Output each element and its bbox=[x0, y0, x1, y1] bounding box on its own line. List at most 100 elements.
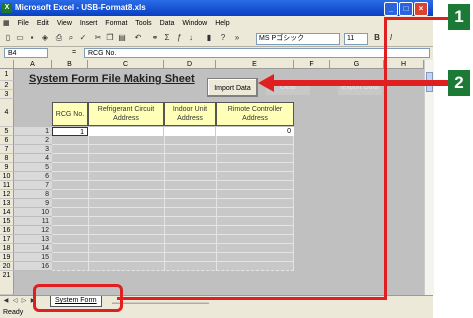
row-number-cell[interactable]: 12 bbox=[14, 226, 52, 235]
row-number-cell[interactable]: 7 bbox=[14, 181, 52, 190]
worksheet-grid[interactable]: A B C D E F G H 1 2 3 4 5 6 7 8 9 10 11 … bbox=[0, 60, 424, 295]
row-number-cell[interactable]: 8 bbox=[14, 190, 52, 199]
minimize-icon[interactable]: _ bbox=[384, 2, 398, 16]
row-number-cell[interactable]: 11 bbox=[14, 217, 52, 226]
row-header-6[interactable]: 6 bbox=[0, 136, 14, 145]
row-number-cell[interactable]: 15 bbox=[14, 253, 52, 262]
indoor-address-cell[interactable] bbox=[164, 127, 216, 136]
row-header-12[interactable]: 12 bbox=[0, 190, 14, 199]
column-header-e[interactable]: E bbox=[216, 60, 294, 69]
row-number-cell[interactable]: 13 bbox=[14, 235, 52, 244]
prev-sheet-icon[interactable]: ◁ bbox=[11, 297, 19, 306]
row-number-cell[interactable]: 16 bbox=[14, 262, 52, 271]
row-header-13[interactable]: 13 bbox=[0, 199, 14, 208]
header-refrigerant-circuit-address[interactable]: Refrigerant Circuit Address bbox=[88, 102, 164, 126]
row-header-21[interactable]: 21 bbox=[0, 271, 14, 295]
menu-format[interactable]: Format bbox=[105, 20, 127, 27]
font-size-select[interactable]: 11 bbox=[344, 33, 368, 45]
permission-icon[interactable]: ◈ bbox=[40, 33, 50, 43]
maximize-icon[interactable]: □ bbox=[399, 2, 413, 16]
header-remote-controller-address[interactable]: Rimote Controller Address bbox=[216, 102, 294, 126]
import-data-button[interactable]: Import Data bbox=[207, 78, 258, 97]
callout-badge-2: 2 bbox=[448, 70, 470, 96]
menu-tools[interactable]: Tools bbox=[135, 20, 151, 27]
print-preview-icon[interactable]: ⌕ bbox=[66, 33, 76, 43]
row-header-15[interactable]: 15 bbox=[0, 217, 14, 226]
row-header-18[interactable]: 18 bbox=[0, 244, 14, 253]
paste-icon[interactable]: ▤ bbox=[117, 33, 127, 43]
column-header-a[interactable]: A bbox=[14, 60, 52, 69]
next-sheet-icon[interactable]: ▷ bbox=[20, 297, 28, 306]
menu-data[interactable]: Data bbox=[160, 20, 175, 27]
menu-insert[interactable]: Insert bbox=[80, 20, 98, 27]
print-icon[interactable]: ⎙ bbox=[54, 33, 64, 43]
row-header-8[interactable]: 8 bbox=[0, 154, 14, 163]
spelling-icon[interactable]: ✓ bbox=[78, 33, 88, 43]
row-number-cell[interactable]: 9 bbox=[14, 199, 52, 208]
menu-view[interactable]: View bbox=[57, 20, 72, 27]
row-number-cell[interactable]: 5 bbox=[14, 163, 52, 172]
close-icon[interactable]: × bbox=[414, 2, 428, 16]
remote-address-cell[interactable]: 0 bbox=[216, 127, 294, 136]
row-header-14[interactable]: 14 bbox=[0, 208, 14, 217]
row-number-cell[interactable]: 10 bbox=[14, 208, 52, 217]
row-header-5[interactable]: 5 bbox=[0, 127, 14, 136]
column-header-g[interactable]: G bbox=[330, 60, 384, 69]
header-indoor-unit-address[interactable]: Indoor Unit Address bbox=[164, 102, 216, 126]
save-icon[interactable]: ▪ bbox=[27, 33, 37, 43]
row-header-4[interactable]: 4 bbox=[0, 99, 14, 127]
row-number-cell[interactable]: 6 bbox=[14, 172, 52, 181]
row-header-10[interactable]: 10 bbox=[0, 172, 14, 181]
rcg-no-cell[interactable]: 1 bbox=[52, 127, 88, 136]
header-rcg-no[interactable]: RCG No. bbox=[52, 102, 88, 126]
row-header-2[interactable]: 2 bbox=[0, 81, 14, 90]
row-header-20[interactable]: 20 bbox=[0, 262, 14, 271]
toolbar-options-icon[interactable]: » bbox=[232, 33, 242, 43]
bold-icon[interactable]: B bbox=[372, 33, 382, 43]
hyperlink-icon[interactable]: ⚭ bbox=[150, 33, 160, 43]
row-number-cell[interactable]: 1 bbox=[14, 127, 52, 136]
menu-help[interactable]: Help bbox=[215, 20, 229, 27]
sheet-doc-icon[interactable]: ▦ bbox=[3, 20, 10, 27]
column-header-f[interactable]: F bbox=[294, 60, 330, 69]
row-number-cell[interactable]: 3 bbox=[14, 145, 52, 154]
formula-input[interactable]: RCG No. bbox=[84, 48, 430, 58]
help-icon[interactable]: ? bbox=[218, 33, 228, 43]
row-header-7[interactable]: 7 bbox=[0, 145, 14, 154]
copy-icon[interactable]: ❐ bbox=[105, 33, 115, 43]
function-icon[interactable]: ƒ bbox=[174, 33, 184, 43]
column-header-c[interactable]: C bbox=[88, 60, 164, 69]
row-number-cell[interactable]: 14 bbox=[14, 244, 52, 253]
select-all-corner[interactable] bbox=[0, 60, 14, 69]
menu-window[interactable]: Window bbox=[182, 20, 207, 27]
column-divider bbox=[164, 136, 165, 271]
autosum-icon[interactable]: Σ bbox=[162, 33, 172, 43]
undo-icon[interactable]: ↶ bbox=[133, 33, 143, 43]
row-number-cell[interactable]: 4 bbox=[14, 154, 52, 163]
new-icon[interactable]: ▯ bbox=[3, 33, 13, 43]
excel-app-icon: X bbox=[2, 3, 12, 13]
row-header-11[interactable]: 11 bbox=[0, 181, 14, 190]
row-header-1[interactable]: 1 bbox=[0, 69, 14, 81]
row-number-cell[interactable]: 2 bbox=[14, 136, 52, 145]
menu-file[interactable]: File bbox=[18, 20, 29, 27]
column-header-d[interactable]: D bbox=[164, 60, 216, 69]
menu-edit[interactable]: Edit bbox=[37, 20, 49, 27]
row-header-3[interactable]: 3 bbox=[0, 90, 14, 99]
open-icon[interactable]: ▭ bbox=[15, 33, 25, 43]
row-header-16[interactable]: 16 bbox=[0, 226, 14, 235]
sort-icon[interactable]: ↓ bbox=[186, 33, 196, 43]
name-box[interactable]: B4 bbox=[4, 48, 48, 58]
vertical-scrollbar[interactable] bbox=[424, 60, 434, 295]
italic-icon[interactable]: I bbox=[386, 33, 396, 43]
cut-icon[interactable]: ✂ bbox=[93, 33, 103, 43]
row-header-9[interactable]: 9 bbox=[0, 163, 14, 172]
font-name-select[interactable]: MS Pゴシック bbox=[256, 33, 340, 45]
column-header-h[interactable]: H bbox=[384, 60, 424, 69]
refrigerant-address-cell[interactable] bbox=[88, 127, 164, 136]
chart-icon[interactable]: ▮ bbox=[204, 33, 214, 43]
row-header-19[interactable]: 19 bbox=[0, 253, 14, 262]
row-header-17[interactable]: 17 bbox=[0, 235, 14, 244]
first-sheet-icon[interactable]: ◀ bbox=[2, 297, 10, 306]
column-header-b[interactable]: B bbox=[52, 60, 88, 69]
